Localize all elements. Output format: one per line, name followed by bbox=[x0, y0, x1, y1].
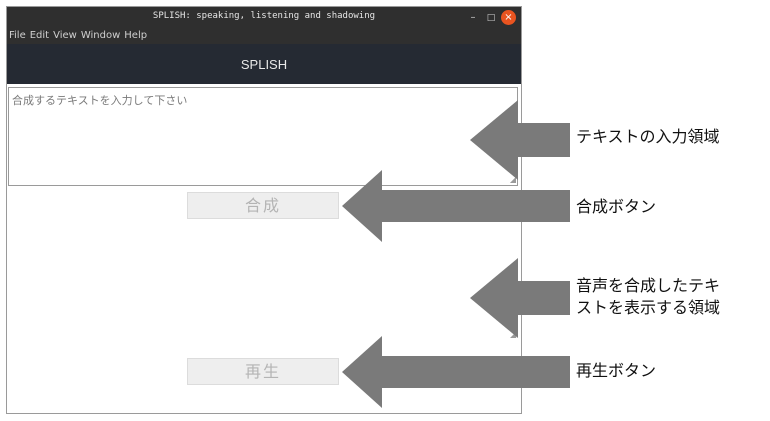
arrow-output-area bbox=[470, 258, 570, 338]
arrow-play-button bbox=[342, 336, 570, 408]
menu-window[interactable]: Window bbox=[79, 29, 122, 43]
menu-help[interactable]: Help bbox=[122, 29, 149, 43]
annotation-input-area: テキストの入力領域 bbox=[576, 127, 720, 146]
annotation-play-button: 再生ボタン bbox=[576, 361, 657, 380]
title-bar[interactable]: SPLISH: speaking, listening and shadowin… bbox=[7, 7, 521, 29]
annotation-output-line1: 音声を合成したテキ bbox=[576, 276, 721, 295]
minimize-icon[interactable]: – bbox=[465, 10, 481, 26]
menu-edit[interactable]: Edit bbox=[28, 29, 51, 43]
synthesize-button[interactable]: 合成 bbox=[187, 192, 339, 219]
menu-file[interactable]: File bbox=[7, 29, 28, 43]
arrow-input-area bbox=[470, 100, 570, 180]
close-icon[interactable]: × bbox=[501, 10, 516, 25]
menu-view[interactable]: View bbox=[51, 29, 79, 43]
text-input-placeholder: 合成するテキストを入力して下さい bbox=[12, 94, 188, 107]
play-button[interactable]: 再生 bbox=[187, 358, 339, 385]
menu-bar: File Edit View Window Help bbox=[7, 29, 521, 44]
arrow-synth-button bbox=[342, 170, 570, 242]
annotation-output-line2: ストを表示する領域 bbox=[576, 298, 721, 317]
app-header: SPLISH bbox=[7, 44, 521, 84]
window-title: SPLISH: speaking, listening and shadowin… bbox=[152, 11, 376, 21]
app-title: SPLISH bbox=[240, 57, 288, 72]
annotation-synth-button: 合成ボタン bbox=[576, 197, 657, 216]
maximize-icon[interactable]: □ bbox=[483, 10, 499, 26]
